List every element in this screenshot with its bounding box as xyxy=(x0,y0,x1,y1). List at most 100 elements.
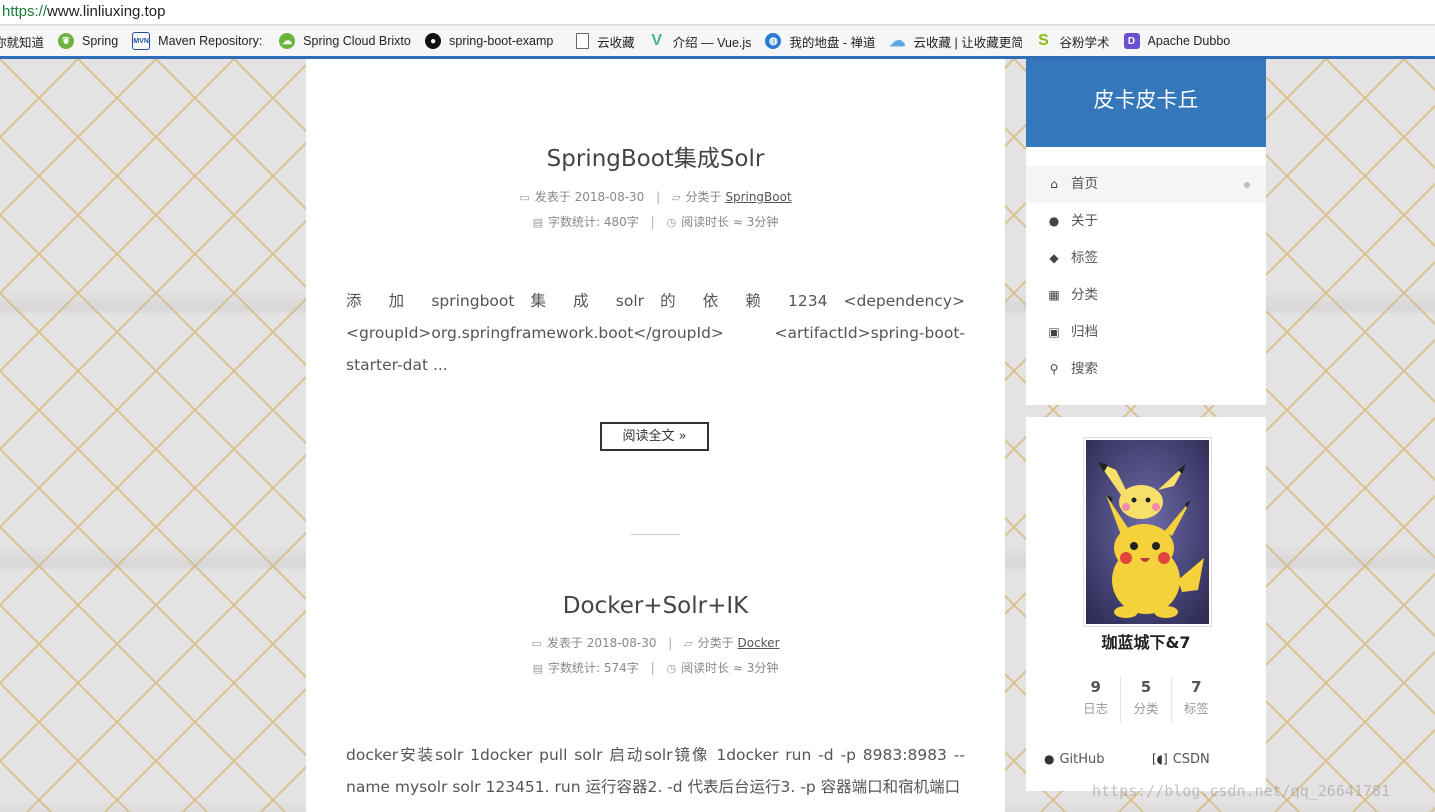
post-meta-stats: ▤ 字数统计: 574字 | ◷ 阅读时长 ≈ 3分钟 xyxy=(306,656,1005,681)
stat-label: 日志 xyxy=(1083,701,1109,716)
bookmark-label: 谷粉学术 xyxy=(1059,35,1110,50)
bookmark-label: 云收藏 xyxy=(597,35,635,50)
spring-leaf-icon: ❦ xyxy=(58,33,75,49)
grid-icon: ▦ xyxy=(1048,288,1060,302)
menu-item-categories[interactable]: ▦ 分类 xyxy=(1026,277,1266,314)
file-word-icon: ▤ xyxy=(532,216,543,229)
excerpt-line: starter-dat ... xyxy=(346,356,448,374)
stat-categories[interactable]: 5 分类 xyxy=(1120,676,1170,722)
bookmark-item[interactable]: ☁ 云收藏 | 让收藏更简 xyxy=(890,32,1022,51)
post-title-link[interactable]: SpringBoot集成Solr xyxy=(306,139,1005,173)
stat-count: 7 xyxy=(1191,678,1202,696)
home-icon: ⌂ xyxy=(1050,177,1058,191)
calendar-icon: ▭ xyxy=(519,191,530,204)
category-link[interactable]: Docker xyxy=(737,636,779,650)
menu-label: 搜索 xyxy=(1071,361,1098,377)
stat-posts[interactable]: 9 日志 xyxy=(1071,676,1120,722)
menu-label: 标签 xyxy=(1071,250,1098,266)
address-bar[interactable]: https://www.linliuxing.top xyxy=(0,0,1435,25)
image-watermark: https://blog.csdn.net/qq_26641781 xyxy=(1092,782,1391,800)
category-prefix: 分类于 xyxy=(697,636,734,650)
menu-item-search[interactable]: ⚲ 搜索 xyxy=(1026,351,1266,388)
stat-count: 5 xyxy=(1140,678,1152,696)
meta-separator: | xyxy=(650,215,655,229)
bookmarks-bar: 你就知道 ❦ Spring MVN Maven Repository: ☁ Sp… xyxy=(0,26,1435,59)
cloud-leaf-icon: ☁ xyxy=(279,33,296,49)
bookmark-item[interactable]: D Apache Dubbo xyxy=(1123,33,1231,49)
stat-tags[interactable]: 7 标签 xyxy=(1170,676,1221,722)
meta-separator: | xyxy=(656,190,661,204)
link-label: CSDN xyxy=(1172,752,1210,767)
word-count: 字数统计: 574字 xyxy=(548,661,639,675)
site-brand[interactable]: 皮卡皮卡丘 xyxy=(1026,59,1266,147)
post-divider xyxy=(631,534,680,535)
bookmark-item[interactable]: MVN Maven Repository: xyxy=(132,32,265,50)
post-meta: ▭ 发表于 2018-08-30 | ▱ 分类于 SpringBoot xyxy=(306,185,1005,210)
social-links: ● GitHub [◖] CSDN xyxy=(1026,747,1266,771)
bookmark-label: Spring xyxy=(82,34,119,48)
published-date: 2018-08-30 xyxy=(586,636,657,650)
vue-icon: V xyxy=(651,32,662,49)
file-word-icon: ▤ xyxy=(532,662,543,675)
category-link[interactable]: SpringBoot xyxy=(725,190,791,204)
bookmark-label: Apache Dubbo xyxy=(1147,34,1231,48)
menu-label: 关于 xyxy=(1071,213,1098,229)
bookmark-label: Spring Cloud Brixto xyxy=(303,34,411,48)
bookmark-item[interactable]: S 谷粉学术 xyxy=(1036,32,1110,51)
github-link[interactable]: ● GitHub xyxy=(1044,747,1105,772)
avatar xyxy=(1084,438,1211,626)
menu-label: 首页 xyxy=(1071,176,1098,192)
author-profile: 珈蓝城下&7 9 日志 5 分类 7 标签 ● GitHub [◖] CSDN xyxy=(1026,417,1266,791)
menu-item-archives[interactable]: ▣ 归档 xyxy=(1026,314,1266,351)
csdn-link[interactable]: [◖] CSDN xyxy=(1152,747,1210,772)
author-name: 珈蓝城下&7 xyxy=(1101,633,1191,652)
tags-icon: ◆ xyxy=(1049,251,1059,265)
stat-count: 9 xyxy=(1090,678,1101,696)
page-icon xyxy=(576,33,590,49)
read-more-button[interactable]: 阅读全文 » xyxy=(600,422,709,451)
menu-label: 归档 xyxy=(1071,324,1098,340)
bookmark-label: Maven Repository: xyxy=(158,34,263,48)
post-excerpt: docker安装solr 1docker pull solr 启动solr镜像 … xyxy=(346,739,965,803)
bookmark-item[interactable]: ❦ Spring xyxy=(58,33,118,49)
post-meta-stats: ▤ 字数统计: 480字 | ◷ 阅读时长 ≈ 3分钟 xyxy=(306,210,1005,235)
github-icon: ● xyxy=(1044,752,1055,766)
site-stats: 9 日志 5 分类 7 标签 xyxy=(1071,676,1221,722)
bookmark-item[interactable]: ● spring-boot-examp xyxy=(425,33,559,49)
menu-item-tags[interactable]: ◆ 标签 xyxy=(1026,240,1266,277)
bookmark-item[interactable]: 云收藏 xyxy=(573,32,635,51)
calendar-icon: ▭ xyxy=(531,637,542,650)
menu-label: 分类 xyxy=(1071,287,1098,303)
cloud-icon: ☁ xyxy=(889,33,906,50)
menu-item-home[interactable]: ⌂ 首页 xyxy=(1026,166,1266,203)
link-label: GitHub xyxy=(1059,752,1105,767)
post-meta: ▭ 发表于 2018-08-30 | ▱ 分类于 Docker xyxy=(306,631,1005,656)
s-icon: S xyxy=(1038,32,1049,49)
globe-icon: ◍ xyxy=(765,33,782,49)
post-item: Docker+Solr+IK ▭ 发表于 2018-08-30 | ▱ 分类于 Do… xyxy=(306,593,1005,681)
archive-icon: ▣ xyxy=(1048,325,1060,339)
folder-icon: ▱ xyxy=(672,191,681,204)
dubbo-icon: D xyxy=(1123,33,1140,49)
bookmark-item[interactable]: V 介绍 — Vue.js xyxy=(649,32,751,51)
excerpt-line: 添 加 springboot 集 成 solr 的 依 赖 1234 <depe… xyxy=(346,292,965,310)
read-time: 阅读时长 ≈ 3分钟 xyxy=(681,661,779,675)
read-time: 阅读时长 ≈ 3分钟 xyxy=(681,215,779,229)
post-excerpt: 添 加 springboot 集 成 solr 的 依 赖 1234 <depe… xyxy=(346,285,965,381)
post-title-link[interactable]: Docker+Solr+IK xyxy=(306,593,1005,619)
bookmark-item[interactable]: ☁ Spring Cloud Brixto xyxy=(279,33,411,49)
excerpt-line: name mysolr solr 123451. run 运行容器2. -d 代… xyxy=(346,778,961,796)
excerpt-line: <groupId>org.springframework.boot</group… xyxy=(346,324,965,342)
sidebar-menu: ⌂ 首页 ● 关于 ◆ 标签 ▦ 分类 ▣ 归档 ⚲ 搜索 xyxy=(1026,147,1266,405)
bookmark-label: spring-boot-examp xyxy=(449,34,554,48)
github-icon: ● xyxy=(425,33,442,49)
pikachu-avatar-image xyxy=(1086,440,1209,624)
published-date: 2018-08-30 xyxy=(574,190,645,204)
clock-icon: ◷ xyxy=(666,216,677,229)
clock-icon: ◷ xyxy=(666,662,677,675)
stat-label: 分类 xyxy=(1133,701,1159,716)
bookmark-item[interactable]: ◍ 我的地盘 - 禅道 xyxy=(765,32,876,51)
bookmark-item[interactable]: 你就知道 xyxy=(0,32,44,51)
menu-item-about[interactable]: ● 关于 xyxy=(1026,203,1266,240)
user-icon: ● xyxy=(1048,214,1060,228)
